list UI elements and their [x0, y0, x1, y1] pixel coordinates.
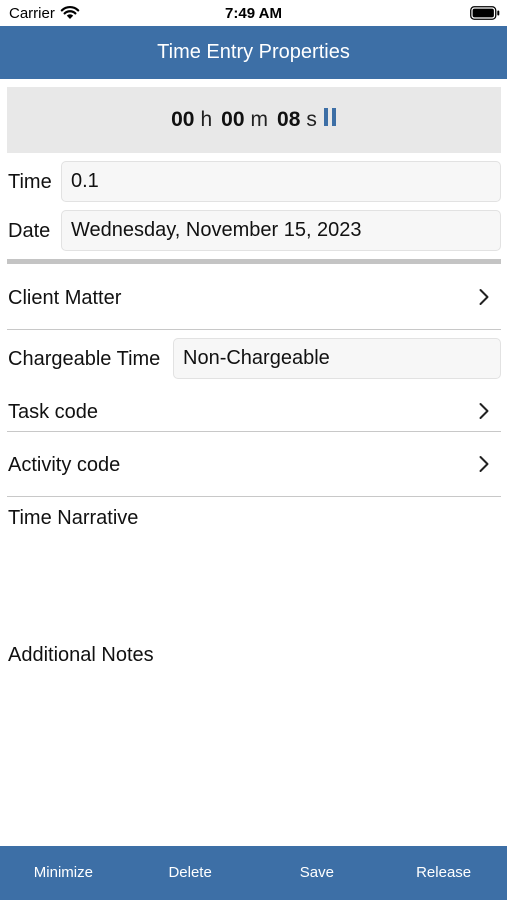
time-input[interactable]: 0.1 [61, 161, 501, 202]
carrier-label: Carrier [9, 5, 55, 22]
pause-icon[interactable] [323, 108, 337, 126]
time-label: Time [8, 171, 52, 193]
battery-icon [470, 6, 500, 20]
timer-seconds-unit: s [306, 108, 317, 131]
chevron-right-icon [479, 289, 489, 305]
chevron-right-icon [479, 403, 489, 419]
timer-hours-unit: h [200, 108, 213, 131]
row-divider [7, 431, 501, 432]
additional-notes-label: Additional Notes [8, 644, 154, 666]
section-divider [7, 259, 501, 264]
task-code-label: Task code [8, 401, 99, 423]
chevron-right-icon [479, 456, 489, 472]
time-narrative-textarea[interactable] [7, 535, 501, 635]
timer-hours: 00 [171, 108, 195, 131]
minimize-button[interactable]: Minimize [0, 846, 127, 900]
client-matter-label: Client Matter [8, 287, 122, 309]
timer-minutes: 00 [221, 108, 245, 131]
row-divider [7, 329, 501, 330]
status-bar: Carrier 7:49 AM [0, 0, 507, 26]
chargeable-time-selector[interactable]: Non-Chargeable [173, 338, 501, 379]
activity-code-row[interactable]: Activity code [0, 436, 507, 494]
timer-seconds: 08 [277, 108, 301, 131]
save-button[interactable]: Save [254, 846, 381, 900]
row-divider [7, 496, 501, 497]
additional-notes-textarea[interactable] [7, 672, 501, 837]
task-code-row[interactable]: Task code [0, 386, 507, 430]
timer-minutes-unit: m [250, 108, 269, 131]
time-narrative-label: Time Narrative [8, 507, 139, 529]
activity-code-label: Activity code [8, 454, 121, 476]
date-picker[interactable]: Wednesday, November 15, 2023 [61, 210, 501, 251]
bottom-toolbar: Minimize Delete Save Release [0, 846, 507, 900]
timer-display: 00 h 00 m 08 s [7, 87, 501, 153]
client-matter-row[interactable]: Client Matter [0, 266, 507, 328]
page-title: Time Entry Properties [157, 41, 350, 63]
time-entry-screen: Carrier 7:49 AM Time Entry Properties 00… [0, 0, 507, 900]
wifi-icon [60, 6, 80, 19]
delete-button[interactable]: Delete [127, 846, 254, 900]
chargeable-time-label: Chargeable Time [8, 348, 161, 370]
date-label: Date [8, 220, 51, 242]
release-button[interactable]: Release [380, 846, 507, 900]
navigation-bar: Time Entry Properties [0, 26, 507, 79]
